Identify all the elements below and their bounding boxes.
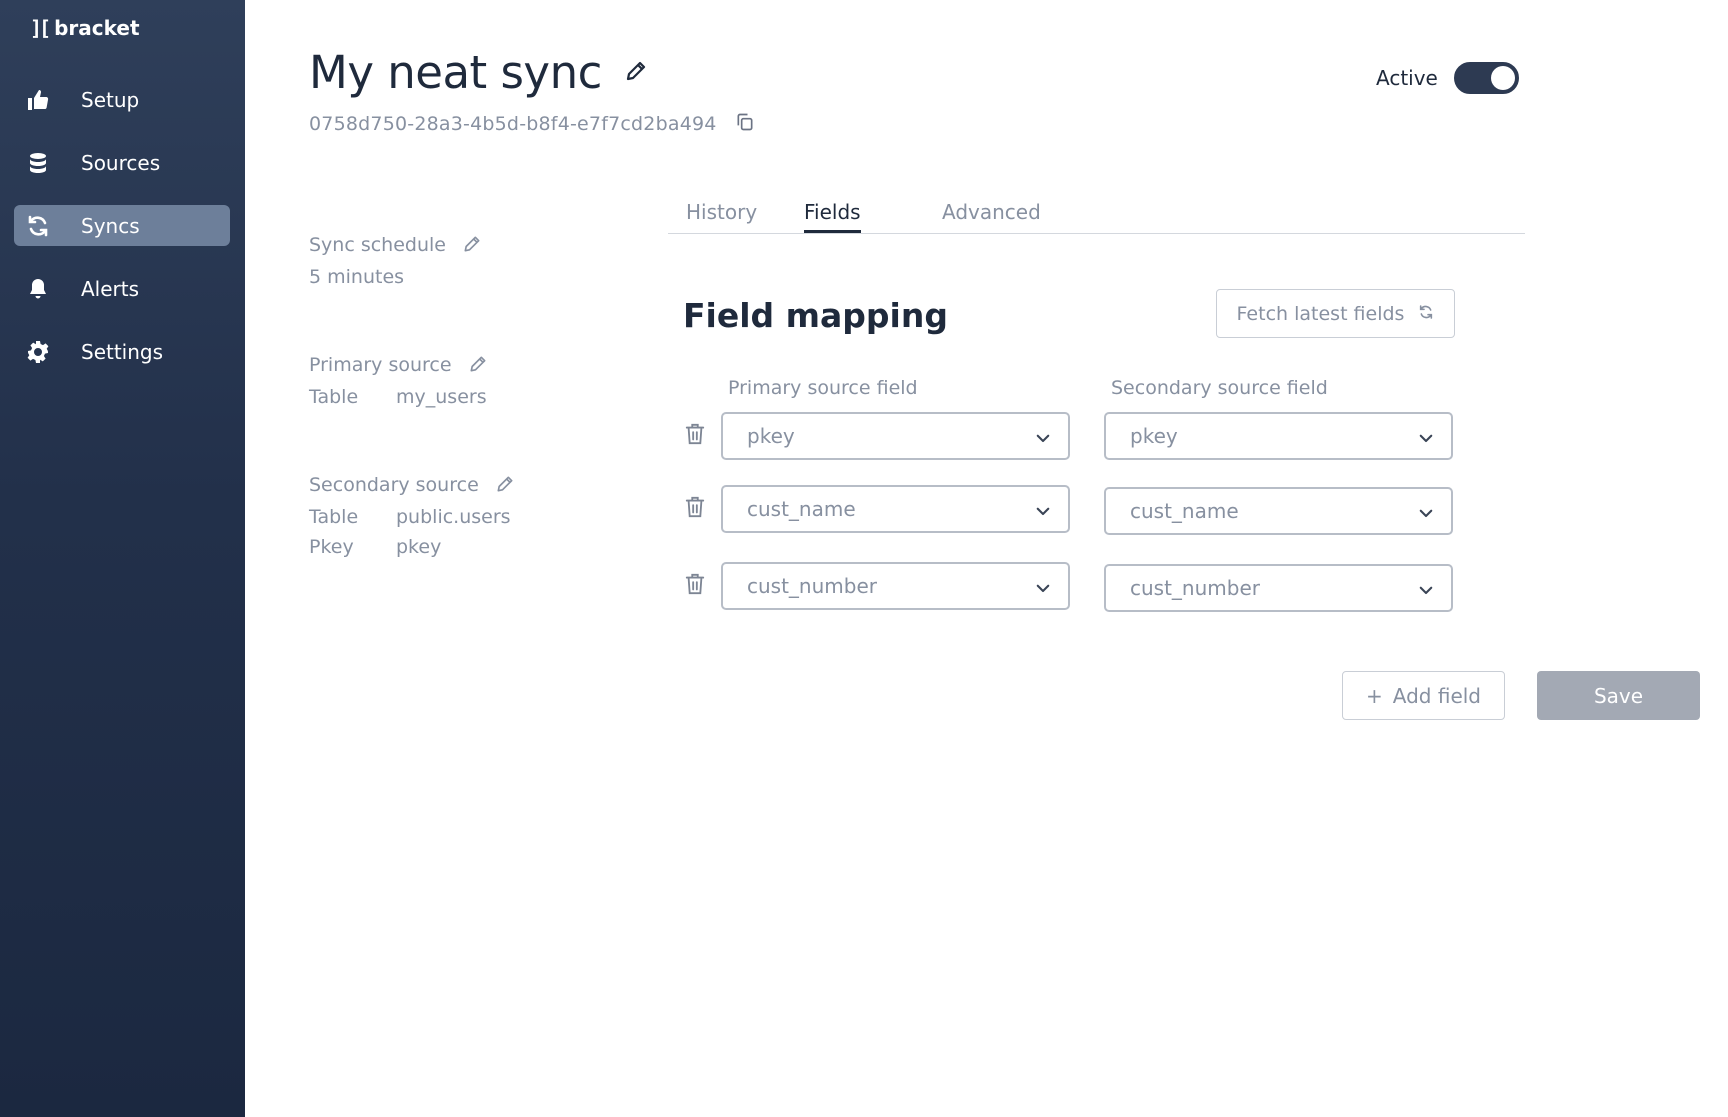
edit-title-button[interactable] (624, 59, 648, 86)
sidebar-item-label: Syncs (81, 213, 140, 238)
add-field-button[interactable]: + Add field (1342, 671, 1505, 720)
tab-bar: History Fields Advanced (668, 200, 1525, 234)
secondary-source-block: Secondary source Table public.users Pkey… (309, 472, 649, 558)
sidebar-item-label: Sources (81, 150, 161, 175)
sidebar-item-alerts[interactable]: Alerts (14, 268, 230, 309)
active-toggle-row: Active (1376, 62, 1519, 94)
sync-id-row: 0758d750-28a3-4b5d-b8f4-e7f7cd2ba494 (309, 112, 755, 135)
chevron-down-icon (1417, 428, 1435, 446)
primary-source-label: Primary source (309, 354, 452, 376)
sidebar-item-label: Settings (81, 339, 164, 364)
tab-fields[interactable]: Fields (804, 200, 861, 233)
edit-schedule-button[interactable] (462, 234, 482, 257)
sidebar-item-setup[interactable]: Setup (14, 79, 230, 120)
select-value: cust_number (747, 574, 877, 598)
chevron-down-icon (1034, 578, 1052, 596)
plus-icon: + (1366, 683, 1383, 708)
sidebar-item-syncs[interactable]: Syncs (14, 205, 230, 246)
pencil-icon (468, 354, 488, 377)
select-value: cust_number (1130, 576, 1260, 600)
field-mapping-title: Field mapping (683, 296, 948, 335)
primary-field-select[interactable]: cust_number (721, 562, 1070, 610)
sidebar-item-settings[interactable]: Settings (14, 331, 230, 372)
database-icon (24, 149, 52, 177)
primary-source-block: Primary source Table my_users (309, 352, 649, 408)
sidebar: ][ bracket Setup Sources Syncs Alerts Se… (0, 0, 245, 1117)
delete-row-button[interactable] (684, 422, 706, 448)
chevron-down-icon (1417, 580, 1435, 598)
chevron-down-icon (1417, 503, 1435, 521)
copy-icon (735, 112, 755, 135)
pencil-icon (624, 59, 648, 86)
secondary-pkey-key: Pkey (309, 536, 354, 558)
refresh-icon (1418, 303, 1434, 325)
sync-id: 0758d750-28a3-4b5d-b8f4-e7f7cd2ba494 (309, 112, 717, 135)
main-content: My neat sync 0758d750-28a3-4b5d-b8f4-e7f… (245, 0, 1728, 1117)
trash-icon (684, 572, 706, 599)
chevron-down-icon (1034, 428, 1052, 446)
secondary-table-value: public.users (396, 506, 511, 528)
chevron-down-icon (1034, 501, 1052, 519)
secondary-table-key: Table (309, 506, 359, 528)
secondary-field-header: Secondary source field (1111, 377, 1328, 399)
secondary-source-label: Secondary source (309, 474, 479, 496)
fetch-latest-fields-label: Fetch latest fields (1236, 302, 1405, 325)
secondary-field-select[interactable]: cust_number (1104, 564, 1453, 612)
select-value: pkey (747, 424, 795, 448)
select-value: pkey (1130, 424, 1178, 448)
tab-history[interactable]: History (686, 200, 757, 230)
sidebar-item-label: Setup (81, 87, 140, 112)
logo[interactable]: ][ bracket (30, 16, 140, 40)
logo-mark: ][ (30, 16, 51, 40)
active-label: Active (1376, 66, 1438, 90)
add-field-label: Add field (1392, 683, 1481, 708)
logo-text: bracket (54, 16, 140, 40)
page-title: My neat sync (309, 46, 602, 99)
sync-icon (24, 212, 52, 240)
save-button[interactable]: Save (1537, 671, 1700, 720)
primary-field-select[interactable]: pkey (721, 412, 1070, 460)
select-value: cust_name (1130, 499, 1239, 523)
pencil-icon (462, 234, 482, 257)
sync-schedule-block: Sync schedule 5 minutes (309, 232, 649, 288)
sync-schedule-label: Sync schedule (309, 234, 446, 256)
pencil-icon (495, 474, 515, 497)
copy-id-button[interactable] (735, 112, 755, 135)
secondary-field-select[interactable]: cust_name (1104, 487, 1453, 535)
sync-details: Sync schedule 5 minutes Primary source T… (309, 232, 649, 622)
primary-field-header: Primary source field (728, 377, 918, 399)
sidebar-item-sources[interactable]: Sources (14, 142, 230, 183)
trash-icon (684, 495, 706, 522)
edit-secondary-source-button[interactable] (495, 474, 515, 497)
secondary-field-select[interactable]: pkey (1104, 412, 1453, 460)
active-toggle[interactable] (1453, 62, 1519, 94)
primary-table-key: Table (309, 386, 359, 408)
trash-icon (684, 422, 706, 449)
gear-icon (24, 338, 52, 366)
primary-field-select[interactable]: cust_name (721, 485, 1070, 533)
sidebar-nav: Setup Sources Syncs Alerts Settings (14, 79, 230, 394)
tab-advanced[interactable]: Advanced (942, 200, 1041, 230)
thumbs-up-icon (24, 86, 52, 114)
title-row: My neat sync (309, 46, 648, 99)
toggle-knob (1490, 66, 1515, 90)
sidebar-item-label: Alerts (81, 276, 140, 301)
select-value: cust_name (747, 497, 856, 521)
sync-schedule-value: 5 minutes (309, 266, 405, 288)
bell-icon (24, 275, 52, 303)
delete-row-button[interactable] (684, 495, 706, 521)
edit-primary-source-button[interactable] (468, 354, 488, 377)
fetch-latest-fields-button[interactable]: Fetch latest fields (1216, 289, 1455, 338)
primary-table-value: my_users (396, 386, 487, 408)
delete-row-button[interactable] (684, 572, 706, 598)
secondary-pkey-value: pkey (396, 536, 442, 558)
